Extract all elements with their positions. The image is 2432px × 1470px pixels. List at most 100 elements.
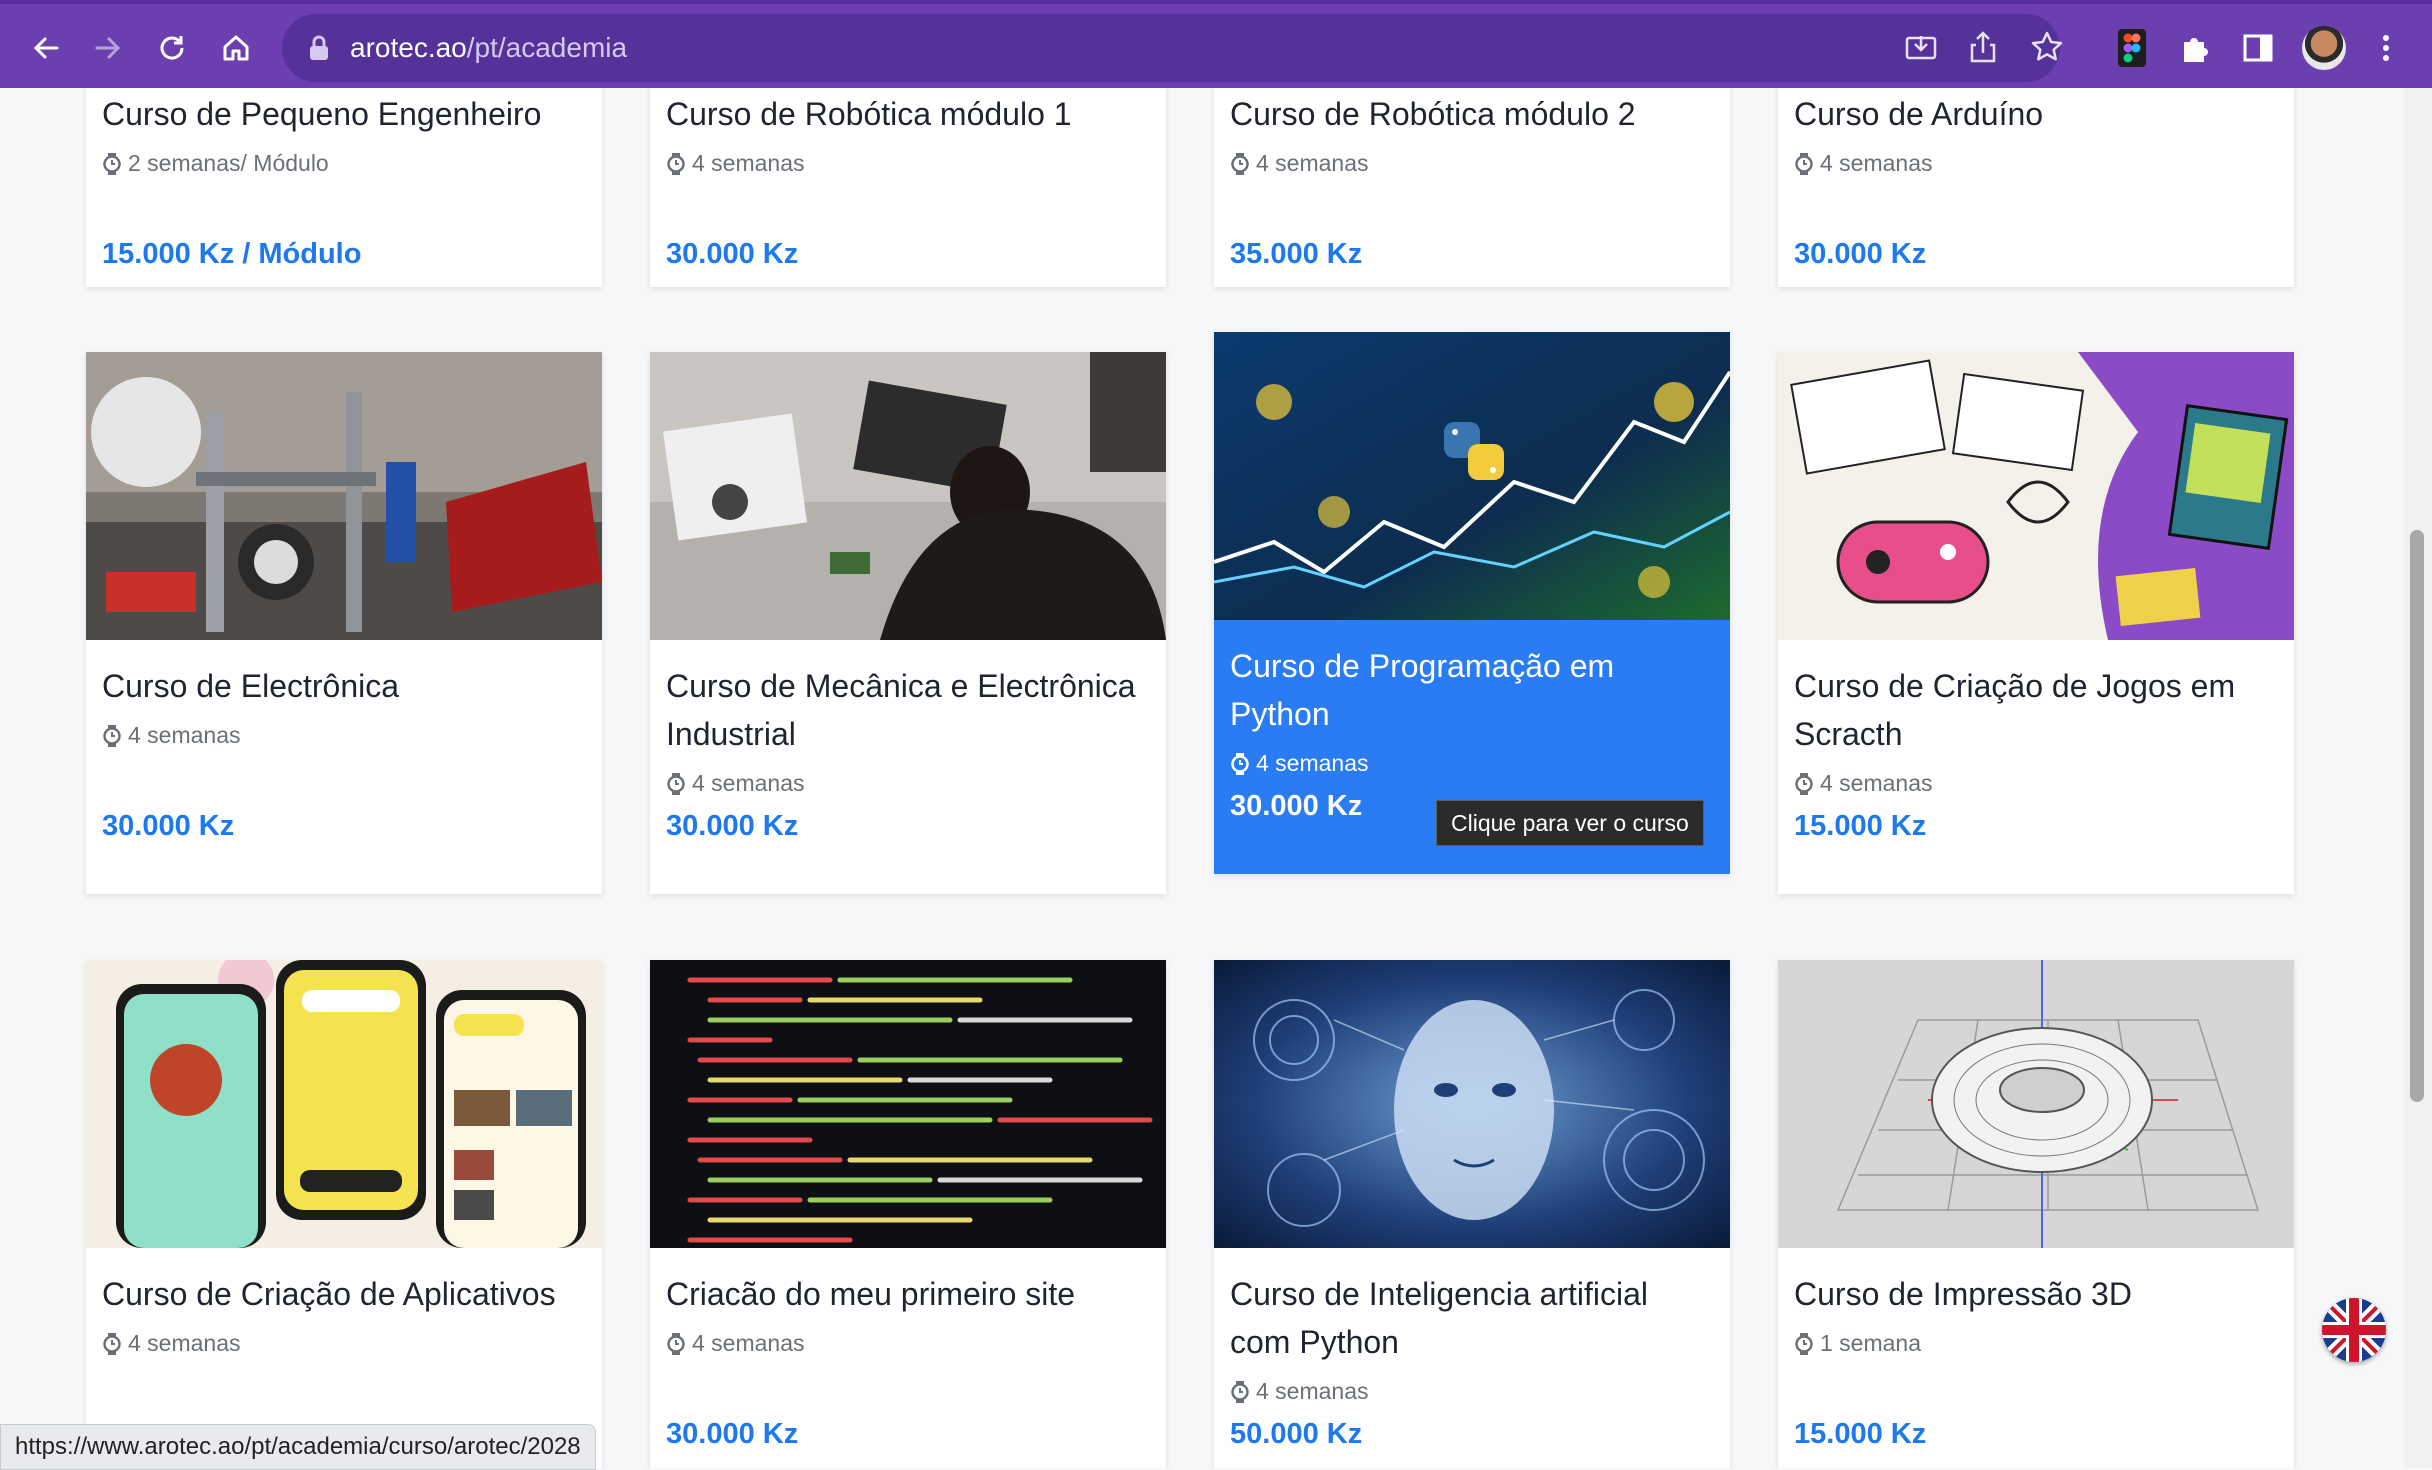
course-duration: 4 semanas: [666, 150, 805, 177]
course-price: 15.000 Kz / Módulo: [102, 238, 362, 270]
course-card[interactable]: Curso de Mecânica e Electrônica Industri…: [650, 352, 1166, 894]
uk-flag-icon[interactable]: [2322, 1298, 2386, 1362]
watch-icon: [667, 1332, 685, 1355]
course-card[interactable]: Curso de Arduíno 4 semanas 30.000 Kz: [1778, 88, 2294, 287]
course-title: Curso de Pequeno Engenheiro: [102, 96, 542, 132]
watch-icon: [103, 152, 121, 175]
duration-text: 4 semanas: [128, 1330, 241, 1356]
robot-build-photo: [86, 352, 602, 640]
course-price: 15.000 Kz: [1794, 1418, 1927, 1450]
browser-toolbar: arotec.ao/pt/academia: [0, 0, 2432, 88]
course-duration: 4 semanas: [102, 1330, 241, 1357]
link-status-bar: https://www.arotec.ao/pt/academia/curso/…: [0, 1424, 596, 1470]
course-price: 30.000 Kz: [102, 810, 235, 842]
watch-icon: [103, 1332, 121, 1355]
hover-tooltip: Clique para ver o curso: [1436, 800, 1704, 846]
duration-text: 4 semanas: [1256, 150, 1369, 176]
install-icon[interactable]: [1904, 32, 1938, 68]
duration-text: 4 semanas: [1256, 1378, 1369, 1404]
duration-text: 4 semanas: [128, 722, 241, 748]
course-title: Curso de Arduíno: [1794, 96, 2044, 132]
watch-icon: [1231, 1380, 1249, 1403]
course-title: Curso de Robótica módulo 1: [666, 96, 1072, 132]
course-title: Curso de Electrônica: [102, 668, 400, 704]
course-card-hovered[interactable]: Curso de Programação em Python 4 semanas…: [1214, 332, 1730, 874]
duration-text: 4 semanas: [692, 150, 805, 176]
watch-icon: [1795, 152, 1813, 175]
course-card[interactable]: Curso de Robótica módulo 1 4 semanas 30.…: [650, 88, 1166, 287]
course-price: 30.000 Kz: [666, 1418, 799, 1450]
side-panel-icon[interactable]: [2236, 26, 2280, 70]
code-editor-photo: [650, 960, 1166, 1248]
duration-text: 4 semanas: [692, 770, 805, 796]
course-duration: 4 semanas: [666, 1330, 805, 1357]
course-card[interactable]: Curso de Pequeno Engenheiro 2 semanas/ M…: [86, 88, 602, 287]
python-chart-image: [1214, 332, 1730, 620]
course-title: Curso de Programação em Python: [1230, 648, 1615, 732]
duration-text: 4 semanas: [692, 1330, 805, 1356]
phone-app-mockups: [86, 960, 602, 1248]
scrollbar-thumb[interactable]: [2410, 530, 2424, 1102]
course-card[interactable]: Criacão do meu primeiro site 4 semanas 3…: [650, 960, 1166, 1468]
watch-icon: [667, 152, 685, 175]
lock-icon[interactable]: [308, 34, 330, 66]
course-duration: 4 semanas: [1794, 770, 1933, 797]
profile-avatar[interactable]: [2302, 26, 2346, 70]
course-title: Curso de Mecânica e Electrônica Industri…: [666, 668, 1136, 752]
duration-text: 1 semana: [1820, 1330, 1922, 1356]
course-card[interactable]: Curso de Impressão 3D 1 semana 15.000 Kz: [1778, 960, 2294, 1468]
course-price: 30.000 Kz: [666, 810, 799, 842]
course-duration: 2 semanas/ Módulo: [102, 150, 329, 177]
reload-icon[interactable]: [150, 26, 194, 70]
duration-text: 4 semanas: [1256, 750, 1369, 776]
extensions-puzzle-icon[interactable]: [2172, 26, 2216, 70]
course-price: 30.000 Kz: [1794, 238, 1927, 270]
url-host: arotec.ao: [350, 32, 467, 63]
course-card[interactable]: Curso de Inteligencia artificial com Pyt…: [1214, 960, 1730, 1468]
course-duration: 4 semanas: [1230, 150, 1369, 177]
course-title: Curso de Criação de Aplicativos: [102, 1276, 556, 1312]
course-price: 30.000 Kz: [666, 238, 799, 270]
home-icon[interactable]: [214, 26, 258, 70]
duration-text: 4 semanas: [1820, 770, 1933, 796]
course-title: Curso de Robótica módulo 2: [1230, 96, 1636, 132]
menu-kebab-icon[interactable]: [2364, 26, 2408, 70]
duration-text: 4 semanas: [1820, 150, 1933, 176]
back-arrow-icon[interactable]: [24, 26, 68, 70]
watch-icon: [103, 724, 121, 747]
ai-face-image: [1214, 960, 1730, 1248]
watch-icon: [1231, 752, 1249, 775]
watch-icon: [1795, 1332, 1813, 1355]
course-duration: 4 semanas: [666, 770, 805, 797]
game-illustration: [1778, 352, 2294, 640]
url-path: /pt/academia: [466, 32, 628, 63]
course-card[interactable]: Curso de Criação de Aplicativos 4 semana…: [86, 960, 602, 1468]
course-title: Criacão do meu primeiro site: [666, 1276, 1076, 1312]
course-duration: 4 semanas: [102, 722, 241, 749]
course-title: Curso de Impressão 3D: [1794, 1276, 2132, 1312]
course-duration: 4 semanas: [1794, 150, 1933, 177]
url-text: arotec.ao/pt/academia: [350, 14, 627, 82]
address-bar[interactable]: arotec.ao/pt/academia: [282, 14, 2063, 82]
course-card[interactable]: Curso de Electrônica 4 semanas 30.000 Kz: [86, 352, 602, 894]
watch-icon: [1795, 772, 1813, 795]
course-card[interactable]: Curso de Criação de Jogos em Scracth 4 s…: [1778, 352, 2294, 894]
course-price: 15.000 Kz: [1794, 810, 1927, 842]
share-icon[interactable]: [1968, 30, 1998, 68]
forward-arrow-icon[interactable]: [86, 26, 130, 70]
course-duration: 1 semana: [1794, 1330, 1921, 1357]
course-duration: 4 semanas: [1230, 750, 1369, 777]
course-title: Curso de Inteligencia artificial com Pyt…: [1230, 1276, 1648, 1360]
students-laptop-photo: [650, 352, 1166, 640]
3d-torus-render: [1778, 960, 2294, 1248]
course-duration: 4 semanas: [1230, 1378, 1369, 1405]
course-card[interactable]: Curso de Robótica módulo 2 4 semanas 35.…: [1214, 88, 1730, 287]
academia-page: Curso de Pequeno Engenheiro 2 semanas/ M…: [0, 88, 2432, 1468]
course-price: 30.000 Kz: [1230, 790, 1363, 822]
course-price: 35.000 Kz: [1230, 238, 1363, 270]
figma-icon[interactable]: [2110, 26, 2154, 70]
bookmark-star-icon[interactable]: [2030, 30, 2064, 68]
course-title: Curso de Criação de Jogos em Scracth: [1794, 668, 2236, 752]
course-price: 50.000 Kz: [1230, 1418, 1363, 1450]
watch-icon: [1231, 152, 1249, 175]
